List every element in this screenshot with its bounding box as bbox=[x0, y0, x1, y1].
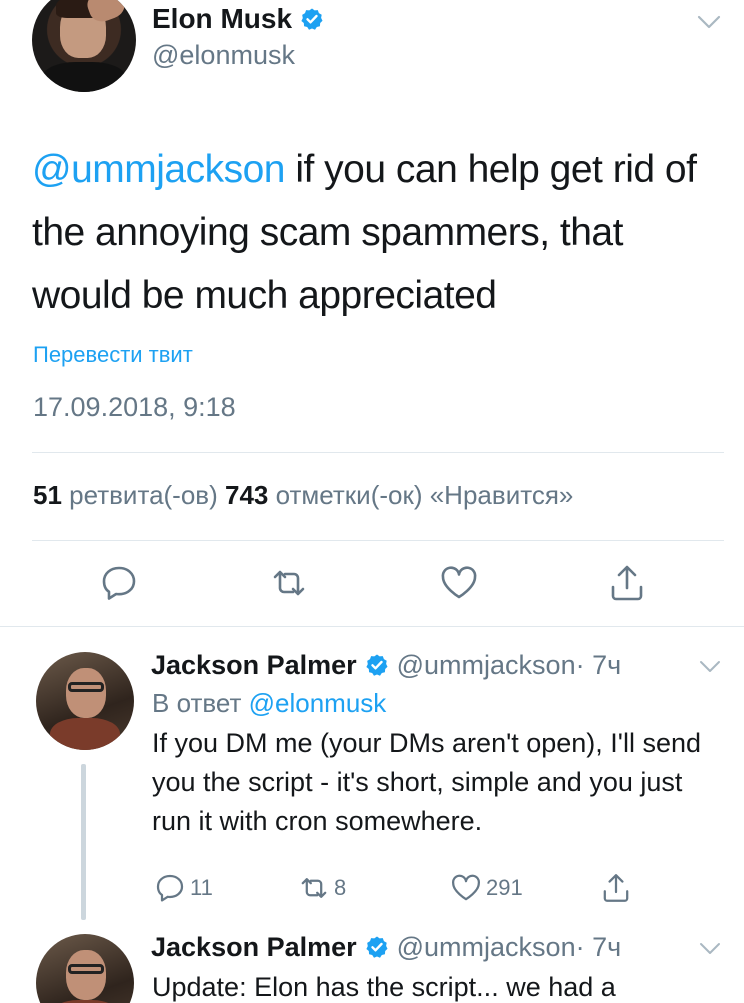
chevron-down-icon[interactable] bbox=[696, 12, 722, 32]
reply-to-handle[interactable]: @elonmusk bbox=[249, 688, 387, 718]
divider bbox=[32, 452, 724, 453]
tweet-time: · 7ч bbox=[575, 649, 622, 680]
reply-header: Jackson Palmer @ummjackson · 7ч bbox=[151, 930, 621, 964]
reply-text: Update: Elon has the script... we had a bbox=[152, 972, 616, 1002]
retweet-count: 8 bbox=[334, 875, 347, 900]
like-button[interactable] bbox=[436, 560, 482, 606]
reply-actions: 11 8 291 bbox=[0, 870, 744, 910]
author-name-row[interactable]: Elon Musk bbox=[152, 2, 324, 36]
retweet-icon bbox=[273, 570, 305, 596]
retweets-count[interactable]: 51 bbox=[33, 480, 62, 510]
likes-label[interactable]: отметки(-ок) «Нравится» bbox=[268, 480, 574, 510]
avatar[interactable] bbox=[36, 934, 134, 1003]
retweet-icon bbox=[301, 878, 327, 898]
share-icon bbox=[603, 874, 629, 902]
author-handle[interactable]: @elonmusk bbox=[152, 40, 295, 71]
verified-badge-icon bbox=[366, 654, 388, 676]
section-divider bbox=[0, 626, 744, 627]
mention-link[interactable]: @ummjackson bbox=[32, 148, 286, 191]
chevron-down-icon[interactable] bbox=[698, 940, 722, 958]
share-button[interactable] bbox=[604, 560, 650, 606]
verified-badge-icon bbox=[366, 936, 388, 958]
reply-to-prefix: В ответ bbox=[152, 688, 249, 718]
divider bbox=[32, 540, 724, 541]
reply-header: Jackson Palmer @ummjackson · 7ч bbox=[151, 648, 621, 682]
heart-icon bbox=[452, 874, 480, 901]
verified-badge-icon bbox=[301, 8, 323, 30]
reply-count: 11 bbox=[190, 875, 213, 900]
avatar[interactable] bbox=[36, 652, 134, 750]
reply-icon bbox=[102, 566, 136, 600]
chevron-down-icon[interactable] bbox=[698, 658, 722, 676]
retweet-button[interactable] bbox=[266, 560, 312, 606]
tweet-timestamp: 17.09.2018, 9:18 bbox=[33, 392, 236, 422]
like-button[interactable]: 291 bbox=[450, 870, 523, 906]
author-name[interactable]: Jackson Palmer bbox=[151, 932, 357, 963]
author-name[interactable]: Jackson Palmer bbox=[151, 650, 357, 681]
reply-button[interactable]: 11 bbox=[154, 870, 213, 906]
translate-link[interactable]: Перевести твит bbox=[33, 342, 193, 368]
like-count: 291 bbox=[486, 875, 523, 900]
author-name[interactable]: Elon Musk bbox=[152, 3, 292, 35]
share-icon bbox=[611, 565, 643, 601]
reply-tweet[interactable]: Jackson Palmer @ummjackson · 7ч В ответ … bbox=[0, 648, 744, 928]
reply-icon bbox=[156, 874, 184, 902]
retweets-label[interactable]: ретвита(-ов) bbox=[62, 480, 225, 510]
tweet-time: · 7ч bbox=[575, 931, 622, 962]
reply-to-line: В ответ @elonmusk bbox=[152, 688, 386, 719]
tweet-stats: 51 ретвита(-ов) 743 отметки(-ок) «Нравит… bbox=[33, 480, 573, 511]
heart-icon bbox=[441, 566, 477, 599]
avatar[interactable] bbox=[32, 0, 136, 92]
likes-count[interactable]: 743 bbox=[225, 480, 268, 510]
reply-tweet[interactable]: Jackson Palmer @ummjackson · 7ч Update: … bbox=[0, 930, 744, 1003]
tweet-actions bbox=[0, 560, 744, 610]
author-handle[interactable]: @ummjackson bbox=[397, 650, 576, 681]
reply-button[interactable] bbox=[96, 560, 142, 606]
main-tweet-header: Elon Musk @elonmusk bbox=[32, 0, 732, 96]
author-handle[interactable]: @ummjackson bbox=[397, 932, 576, 963]
retweet-button[interactable]: 8 bbox=[298, 870, 346, 906]
tweet-text: @ummjackson if you can help get rid of t… bbox=[32, 138, 722, 327]
reply-text: If you DM me (your DMs aren't open), I'l… bbox=[152, 728, 702, 836]
share-button[interactable] bbox=[600, 870, 632, 906]
